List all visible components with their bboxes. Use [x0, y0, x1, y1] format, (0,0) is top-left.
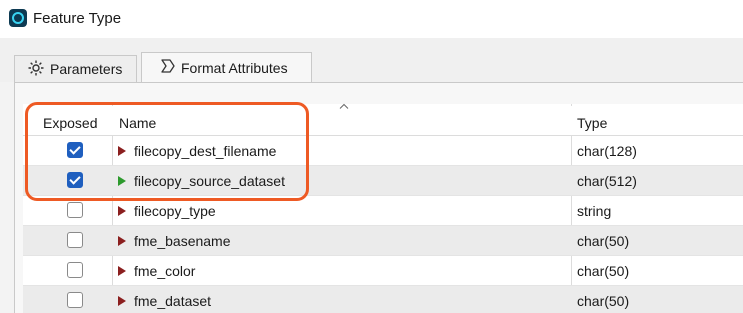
exposed-checkbox[interactable] — [67, 202, 83, 218]
attribute-type: string — [577, 203, 612, 219]
attribute-marker-icon — [118, 266, 126, 276]
attribute-marker-icon — [118, 296, 126, 306]
column-header-exposed[interactable]: Exposed — [43, 115, 97, 131]
table-row[interactable]: filecopy_dest_filename char(128) — [23, 136, 743, 166]
exposed-checkbox[interactable] — [67, 262, 83, 278]
attribute-type: char(50) — [577, 263, 630, 279]
attribute-name: filecopy_dest_filename — [134, 143, 277, 159]
column-header-type[interactable]: Type — [577, 115, 607, 131]
exposed-checkbox[interactable] — [67, 172, 83, 188]
tab-format-attributes[interactable]: Format Attributes — [141, 52, 312, 82]
exposed-checkbox[interactable] — [67, 292, 83, 308]
attribute-name: filecopy_type — [134, 203, 216, 219]
exposed-checkbox[interactable] — [67, 232, 83, 248]
attribute-name: fme_basename — [134, 233, 231, 249]
table-row[interactable]: fme_basename char(50) — [23, 226, 743, 256]
exposed-checkbox[interactable] — [67, 142, 83, 158]
attribute-type: char(50) — [577, 293, 630, 309]
title-bar: Feature Type — [0, 0, 743, 38]
attributes-table: Exposed Name Type filecopy_dest_filename… — [23, 104, 743, 313]
tab-parameters-label: Parameters — [50, 61, 123, 77]
table-row[interactable]: filecopy_type string — [23, 196, 743, 226]
attribute-marker-icon — [118, 176, 126, 186]
app-icon — [9, 9, 27, 27]
attribute-type: char(50) — [577, 233, 630, 249]
attribute-name: fme_dataset — [134, 293, 212, 309]
sigma-icon — [160, 58, 181, 77]
sort-ascending-icon — [339, 103, 349, 109]
attribute-type: char(128) — [577, 143, 637, 159]
table-header: Exposed Name Type — [23, 106, 743, 136]
window-title: Feature Type — [33, 10, 122, 27]
attribute-marker-icon — [118, 146, 126, 156]
tab-bar: Parameters Format Attributes — [0, 38, 743, 82]
attribute-marker-icon — [118, 236, 126, 246]
table-row[interactable]: fme_dataset char(50) — [23, 286, 743, 313]
column-header-name[interactable]: Name — [119, 115, 156, 131]
tab-format-attributes-label: Format Attributes — [181, 59, 288, 76]
attribute-name: filecopy_source_dataset — [134, 173, 285, 189]
attribute-name: fme_color — [134, 263, 196, 279]
tab-parameters[interactable]: Parameters — [14, 55, 137, 82]
attribute-type: char(512) — [577, 173, 637, 189]
table-row[interactable]: filecopy_source_dataset char(512) — [23, 166, 743, 196]
gear-icon — [27, 59, 50, 80]
attribute-marker-icon — [118, 206, 126, 216]
table-row[interactable]: fme_color char(50) — [23, 256, 743, 286]
